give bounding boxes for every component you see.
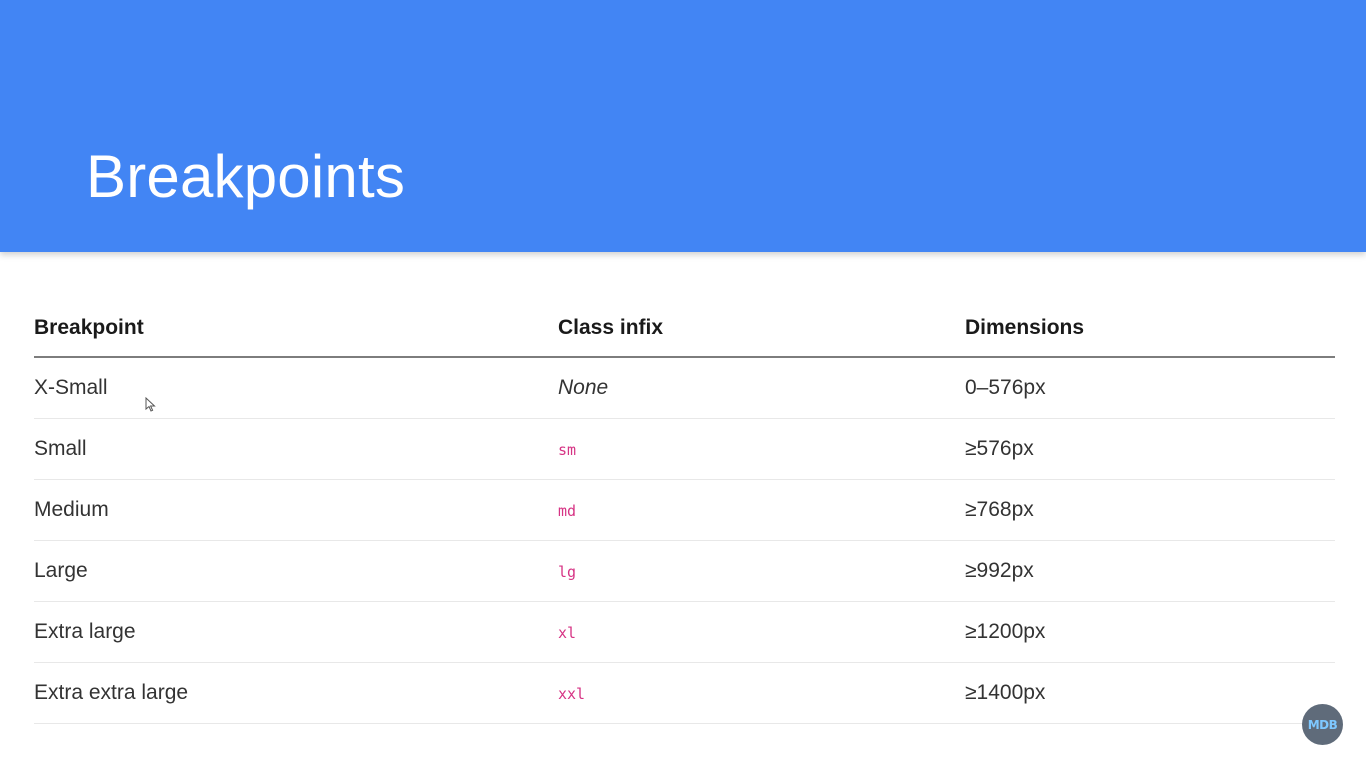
dimensions-cell: ≥768px [965,479,1335,541]
column-header-breakpoint: Breakpoint [34,300,558,358]
dimensions-cell: 0–576px [965,357,1335,419]
class-infix-cell: None [558,357,965,419]
dimensions-cell: ≥1400px [965,662,1335,724]
table-row: X-Small None 0–576px [34,357,1335,419]
breakpoint-cell: Medium [34,479,558,541]
mouse-cursor-icon [145,397,156,412]
class-infix-code: md [558,502,577,520]
breakpoint-cell: Extra extra large [34,662,558,724]
dimensions-cell: ≥576px [965,418,1335,480]
breakpoint-cell: Small [34,418,558,480]
column-header-class-infix: Class infix [558,300,965,358]
breakpoint-cell: X-Small [34,357,558,419]
breakpoint-cell: Extra large [34,601,558,663]
table-row: Extra large xl ≥1200px [34,601,1335,663]
breakpoints-table: Breakpoint Class infix Dimensions X-Smal… [34,300,1335,724]
class-infix-cell: sm [558,418,965,480]
class-infix-cell: lg [558,540,965,602]
class-infix-code: xxl [558,685,586,703]
class-infix-cell: md [558,479,965,541]
dimensions-cell: ≥1200px [965,601,1335,663]
table-row: Extra extra large xxl ≥1400px [34,662,1335,724]
class-infix-cell: xxl [558,662,965,724]
table-row: Small sm ≥576px [34,418,1335,480]
column-header-dimensions: Dimensions [965,300,1335,358]
table-row: Large lg ≥992px [34,540,1335,602]
class-infix-code: sm [558,441,577,459]
breakpoints-table-container: Breakpoint Class infix Dimensions X-Smal… [34,300,1335,724]
dimensions-cell: ≥992px [965,540,1335,602]
page-title: Breakpoints [86,143,406,210]
breakpoint-cell: Large [34,540,558,602]
class-infix-code: xl [558,624,577,642]
class-infix-cell: xl [558,601,965,663]
class-infix-code: lg [558,563,577,581]
mdb-logo-badge: MDB [1302,704,1343,745]
table-row: Medium md ≥768px [34,479,1335,541]
table-header-row: Breakpoint Class infix Dimensions [34,300,1335,358]
slide-header: Breakpoints [0,0,1366,252]
